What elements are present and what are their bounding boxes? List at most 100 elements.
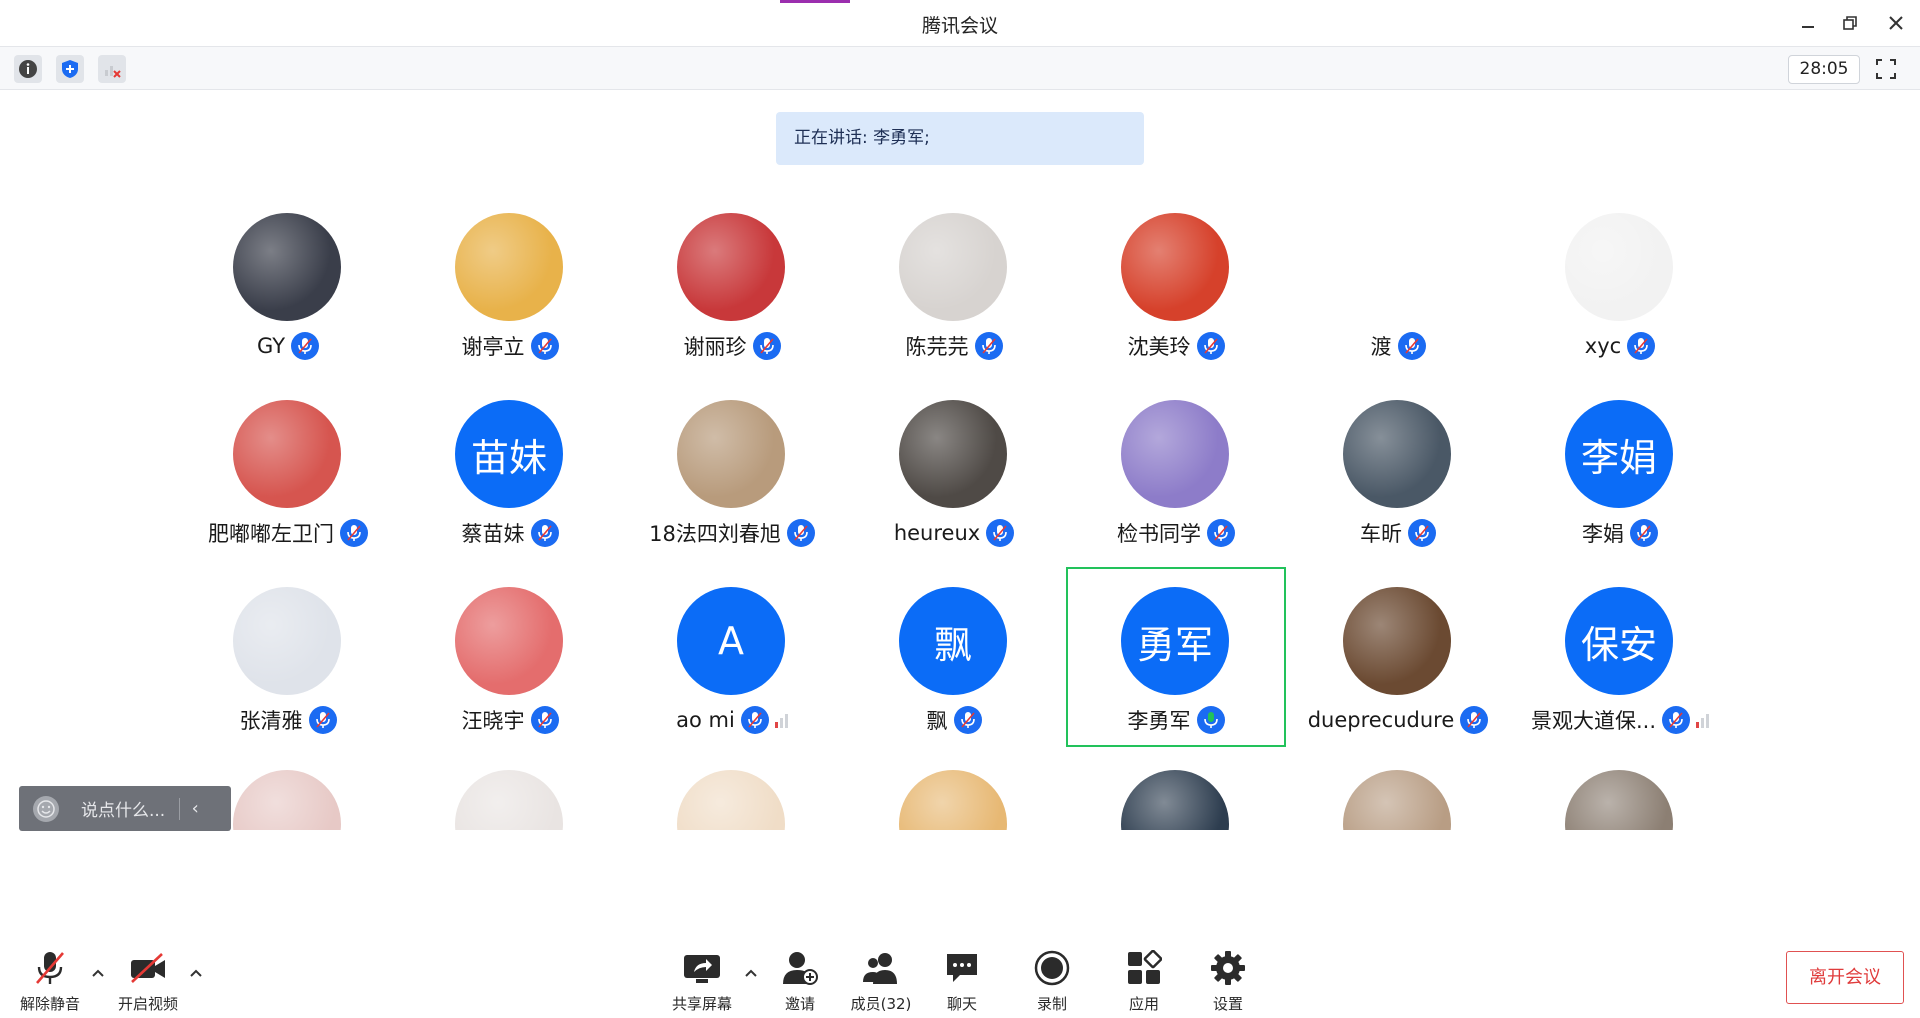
avatar-initials: 飘 <box>899 587 1007 695</box>
participant-tile[interactable]: heureux <box>844 380 1064 560</box>
participant-name: dueprecudure <box>1307 708 1455 732</box>
video-options-chevron-up-icon[interactable] <box>186 963 206 983</box>
participant-tile[interactable]: 沈美玲 <box>1066 193 1286 373</box>
shield-icon <box>62 60 78 78</box>
participant-tile[interactable]: 苗妹 蔡苗妹 <box>400 380 620 560</box>
record-button[interactable]: 录制 <box>1024 935 1080 1015</box>
participant-name: 18法四刘春旭 <box>649 522 781 546</box>
avatar-photo <box>677 400 785 508</box>
participant-tile[interactable]: 李娟 李娟 <box>1510 380 1730 560</box>
participant-name-row: 谢亭立 <box>400 331 620 361</box>
participant-tile[interactable]: 张清雅 <box>178 567 398 747</box>
participant-tile[interactable]: 飘飘 <box>844 567 1064 747</box>
participant-tile[interactable]: 渡 <box>1288 193 1508 373</box>
participant-name: 飘 <box>926 709 948 733</box>
participant-name-row: 张清雅 <box>178 705 398 735</box>
participant-name: 景观大道保... <box>1530 709 1657 733</box>
mic-muted-icon <box>986 519 1015 547</box>
audio-options-chevron-up-icon[interactable] <box>88 963 108 983</box>
mic-muted-icon <box>340 519 368 547</box>
unmute-button[interactable]: 解除静音 <box>14 935 86 1015</box>
network-status-button[interactable] <box>98 55 126 83</box>
participant-name: 陈芫芫 <box>905 335 969 359</box>
avatar-initials: 苗妹 <box>455 400 563 508</box>
settings-button[interactable]: 设置 <box>1200 935 1256 1015</box>
participant-name: 车昕 <box>1360 522 1402 546</box>
participant-tile[interactable]: dueprecudure <box>1288 567 1508 747</box>
emoji-icon[interactable] <box>33 795 59 822</box>
minimize-icon <box>1802 26 1814 28</box>
fullscreen-button[interactable] <box>1872 56 1900 82</box>
active-speaker-banner: 正在讲话: 李勇军; <box>776 112 1144 165</box>
avatar-photo <box>899 770 1007 830</box>
participant-name-row: 渡 <box>1288 331 1508 361</box>
leave-meeting-button[interactable]: 离开会议 <box>1786 951 1904 1004</box>
participant-name: 汪晓宇 <box>461 709 525 733</box>
participant-name-row: 蔡苗妹 <box>400 518 620 548</box>
minimize-button[interactable] <box>1790 8 1826 38</box>
participant-name-row: 谢丽珍 <box>622 331 842 361</box>
security-button[interactable] <box>56 55 84 83</box>
apps-button[interactable]: 应用 <box>1116 935 1172 1015</box>
close-window-button[interactable] <box>1878 8 1914 38</box>
participant-name-row: 景观大道保... <box>1510 705 1730 735</box>
members-button[interactable]: 成员(32) <box>846 935 916 1015</box>
participant-tile[interactable]: 谢丽珍 <box>622 193 842 373</box>
participant-name-row: 飘 <box>844 705 1064 735</box>
start-video-button[interactable]: 开启视频 <box>112 935 184 1015</box>
participant-tile[interactable]: 肥嘟嘟左卫门 <box>178 380 398 560</box>
participant-tile[interactable]: 谢亭立 <box>400 193 620 373</box>
mic-muted-icon <box>752 332 781 360</box>
participant-tile[interactable]: 汪晓宇 <box>400 567 620 747</box>
avatar-photo <box>1121 770 1229 830</box>
mic-muted-icon <box>1630 519 1658 547</box>
participant-name-row: 李娟 <box>1510 518 1730 548</box>
chat-button[interactable]: 聊天 <box>934 935 990 1015</box>
gear-icon <box>1207 947 1249 989</box>
avatar-photo <box>1121 213 1229 321</box>
participant-tile[interactable]: Aao mi <box>622 567 842 747</box>
meeting-info-button[interactable] <box>14 55 42 83</box>
restore-button[interactable] <box>1832 8 1868 38</box>
avatar-photo <box>899 400 1007 508</box>
avatar-photo <box>455 213 563 321</box>
share-screen-button[interactable]: 共享屏幕 <box>664 935 740 1015</box>
share-screen-icon <box>681 947 723 989</box>
participant-tile[interactable]: 车昕 <box>1288 380 1508 560</box>
participant-tile[interactable]: 陈芫芫 <box>844 193 1064 373</box>
participant-name: 李娟 <box>1582 522 1624 546</box>
mic-muted-icon <box>1627 332 1656 360</box>
mic-muted-icon <box>974 332 1003 360</box>
participant-name-row: 18法四刘春旭 <box>622 518 842 548</box>
avatar-photo <box>677 213 785 321</box>
muted-mic-icon <box>29 947 71 989</box>
mic-muted-icon <box>291 332 320 360</box>
participant-tile[interactable]: 保安景观大道保... <box>1510 567 1730 747</box>
chat-input-placeholder[interactable]: 说点什么... <box>81 796 165 821</box>
participant-tile[interactable]: 检书同学 <box>1066 380 1286 560</box>
avatar-photo <box>233 400 341 508</box>
mic-muted-icon <box>530 332 559 360</box>
avatar-photo <box>1343 213 1451 321</box>
participant-tile[interactable]: 18法四刘春旭 <box>622 380 842 560</box>
participant-tile[interactable]: xyc <box>1510 193 1730 373</box>
avatar-photo <box>455 587 563 695</box>
invite-button[interactable]: 邀请 <box>770 935 830 1015</box>
mic-muted-icon <box>1397 332 1426 360</box>
participant-tile[interactable]: 勇军 李勇军 <box>1066 567 1286 747</box>
participant-name-row: 沈美玲 <box>1066 331 1286 361</box>
record-icon <box>1031 947 1073 989</box>
avatar-photo <box>1343 400 1451 508</box>
bottom-toolbar: 解除静音 开启视频 共享屏幕 邀请 成员(32) 聊天 录制 应用 设置 <box>0 935 1920 1018</box>
collapse-chevron-left-icon[interactable]: ‹ <box>180 798 210 819</box>
avatar-photo <box>899 213 1007 321</box>
participant-name: 张清雅 <box>239 709 303 733</box>
avatar-photo <box>1121 400 1229 508</box>
mic-muted-icon <box>530 706 559 734</box>
share-options-chevron-up-icon[interactable] <box>741 963 761 983</box>
chat-quick-input[interactable]: 说点什么... ‹ <box>19 786 231 831</box>
participant-tile[interactable]: GY <box>178 193 398 373</box>
avatar-initials: 保安 <box>1565 587 1673 695</box>
mic-muted-icon <box>530 519 559 547</box>
avatar-photo <box>233 770 341 830</box>
